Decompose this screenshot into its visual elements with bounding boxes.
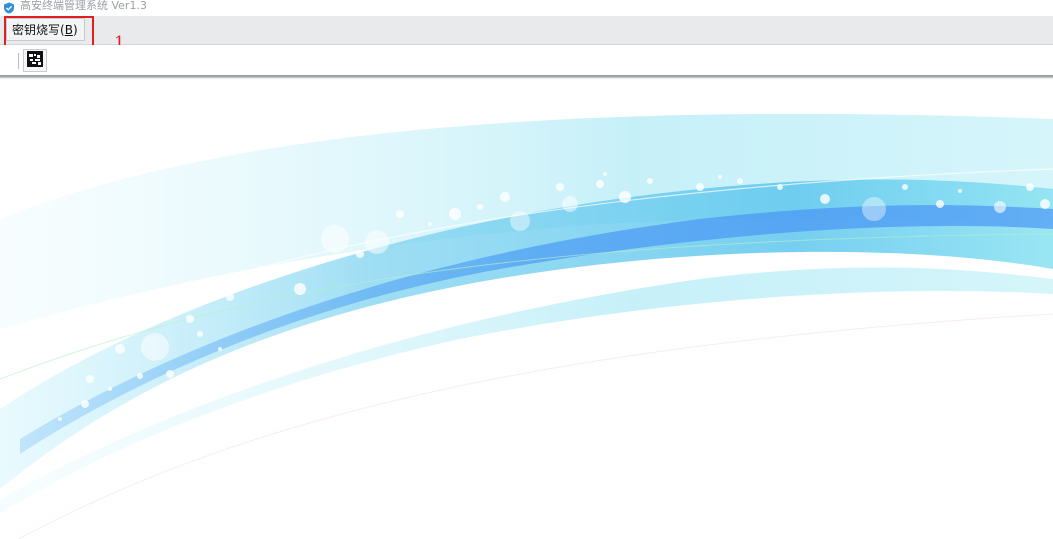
menu-shortcut-key: B: [64, 22, 73, 37]
main-content-area: [0, 79, 1053, 539]
menu-shortcut-close: ): [72, 22, 78, 37]
toolbar-grip[interactable]: [18, 53, 19, 69]
window-title: 高安终端管理系统 Ver1.3: [20, 0, 147, 12]
wave-background: [0, 113, 1053, 539]
menu-item-label: 密钥烧写: [12, 23, 61, 37]
title-bar: 高安终端管理系统 Ver1.3: [0, 0, 1053, 16]
menu-item-key-burning[interactable]: 密钥烧写(B): [6, 18, 85, 41]
shield-app-icon: [3, 2, 15, 14]
menu-bar: 密钥烧写(B): [0, 16, 1053, 45]
key-burn-tool-button[interactable]: [23, 49, 47, 72]
key-burn-icon: [27, 50, 43, 71]
toolbar: [0, 45, 1053, 76]
